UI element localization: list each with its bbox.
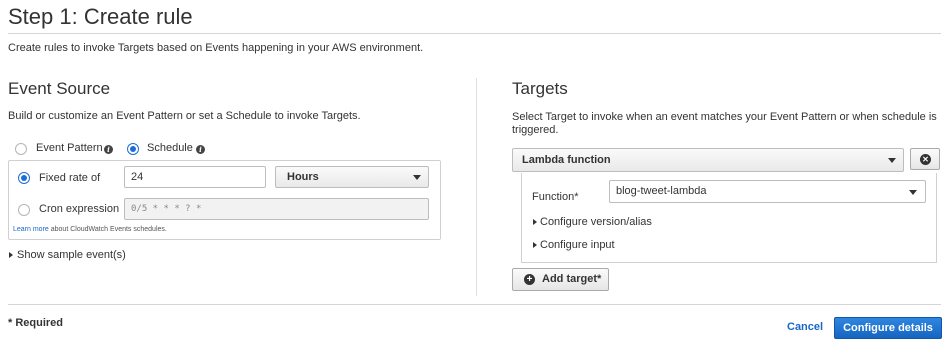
fixed-rate-radio[interactable]	[18, 172, 30, 184]
learn-more-text: about CloudWatch Events schedules.	[50, 226, 167, 233]
header-divider	[8, 33, 941, 34]
footer-divider	[8, 304, 941, 305]
schedule-info-icon[interactable]: i	[196, 145, 205, 154]
caret-right-icon	[9, 252, 13, 258]
required-note: * Required	[8, 317, 64, 329]
page-description: Create rules to invoke Targets based on …	[8, 42, 424, 54]
event-pattern-info-icon[interactable]: i	[104, 145, 113, 154]
remove-target-button[interactable]: ✕	[910, 148, 940, 170]
targets-title: Targets	[512, 79, 568, 98]
learn-more-link[interactable]: Learn more	[13, 226, 49, 233]
function-select[interactable]: blog-tweet-lambda	[609, 180, 926, 203]
event-source-title: Event Source	[8, 79, 111, 98]
configure-details-button[interactable]: Configure details	[834, 317, 942, 339]
chevron-down-icon	[413, 175, 421, 180]
rate-unit-value: Hours	[287, 171, 319, 183]
page-title: Step 1: Create rule	[8, 4, 193, 29]
schedule-label[interactable]: Schedule	[147, 142, 193, 154]
add-target-label: Add target*	[542, 273, 602, 285]
caret-right-icon	[533, 242, 537, 248]
targets-description-line1: Select Target to invoke when an event ma…	[512, 111, 937, 123]
schedule-radio[interactable]	[127, 143, 139, 155]
learn-more-row: Learn more about CloudWatch Events sched…	[13, 226, 167, 233]
event-pattern-label[interactable]: Event Pattern	[36, 142, 103, 154]
cron-label[interactable]: Cron expression	[39, 203, 119, 215]
plus-icon: +	[524, 274, 535, 285]
cron-expression-input[interactable]: 0/5 * * * ? *	[124, 198, 429, 220]
configure-version-alias-toggle[interactable]: Configure version/alias	[540, 216, 652, 228]
fixed-rate-value-input[interactable]: 24	[124, 166, 266, 188]
target-type-select[interactable]: Lambda function	[512, 148, 904, 172]
rate-unit-select[interactable]: Hours	[275, 166, 429, 188]
function-value: blog-tweet-lambda	[616, 185, 707, 197]
cancel-button[interactable]: Cancel	[787, 321, 823, 333]
chevron-down-icon	[888, 158, 896, 163]
chevron-down-icon	[909, 190, 917, 195]
function-label: Function*	[532, 191, 579, 203]
event-pattern-radio[interactable]	[15, 143, 27, 155]
show-sample-events-toggle[interactable]: Show sample event(s)	[17, 249, 126, 261]
configure-input-toggle[interactable]: Configure input	[540, 239, 615, 251]
add-target-button[interactable]: + Add target*	[512, 268, 609, 291]
section-divider	[476, 78, 477, 296]
targets-description-line2: triggered.	[512, 124, 559, 136]
target-type-value: Lambda function	[522, 154, 611, 166]
fixed-rate-label[interactable]: Fixed rate of	[39, 172, 100, 184]
event-source-description: Build or customize an Event Pattern or s…	[8, 110, 361, 122]
close-icon: ✕	[920, 154, 931, 165]
cron-radio[interactable]	[18, 204, 30, 216]
caret-right-icon	[533, 219, 537, 225]
